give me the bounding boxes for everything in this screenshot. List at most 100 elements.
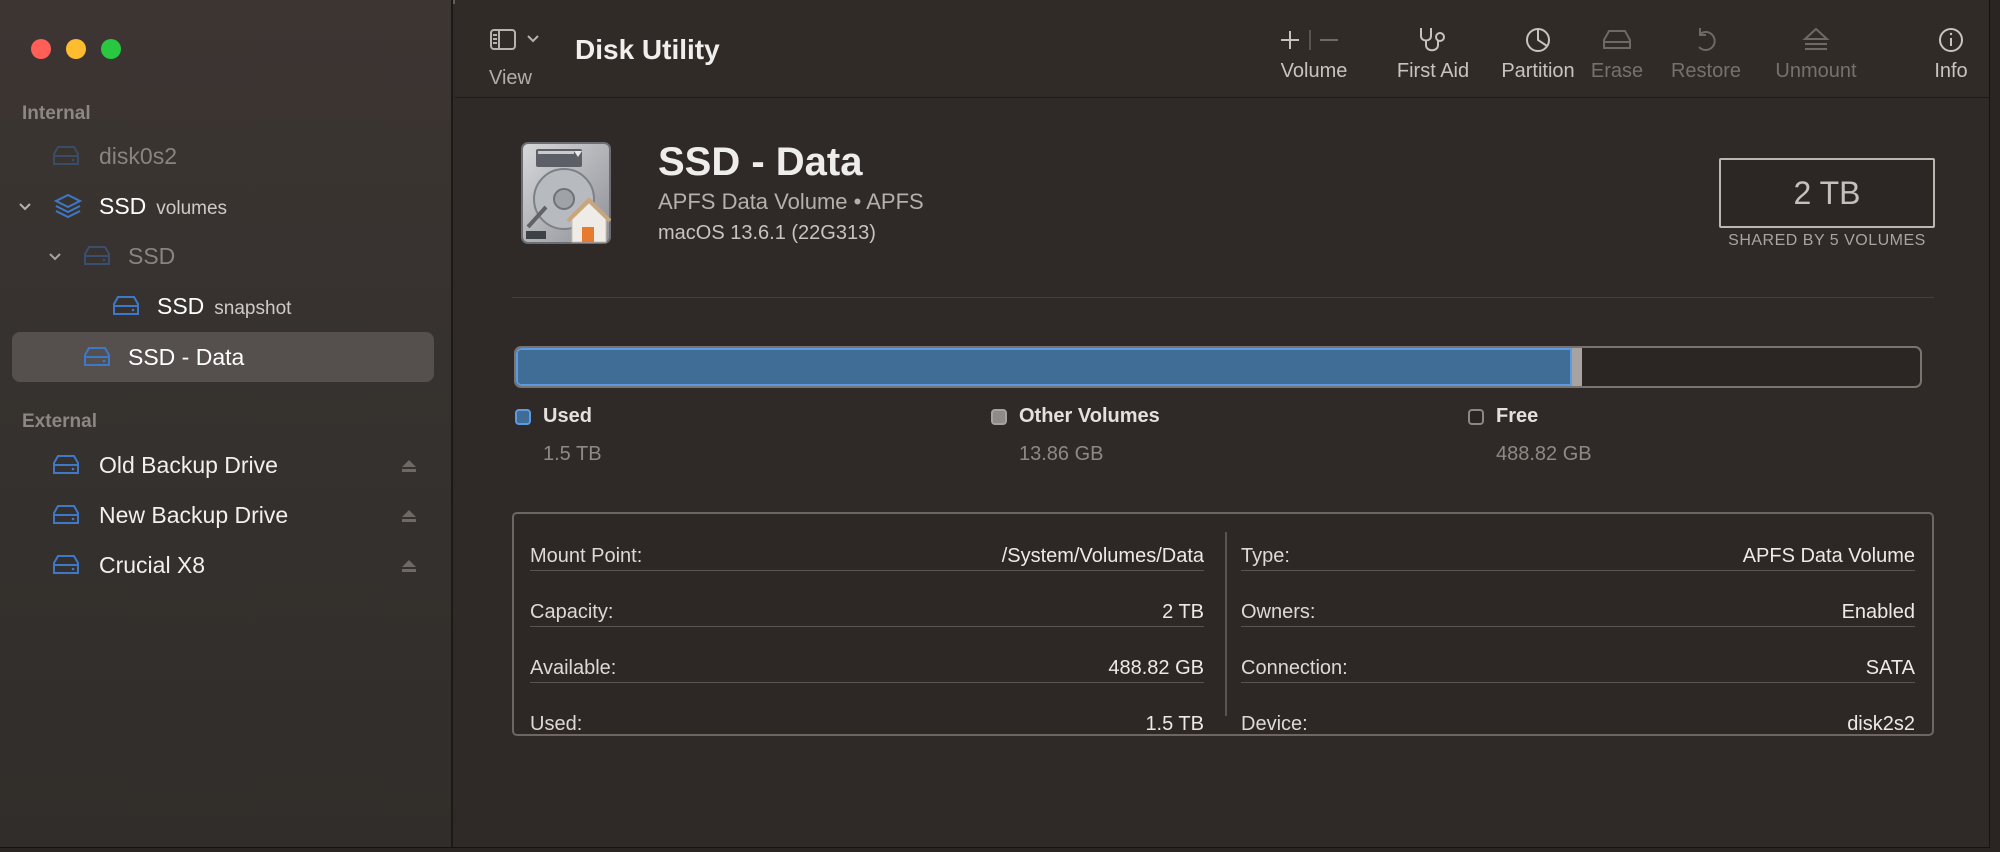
- legend-other-value: 13.86 GB: [1019, 443, 1104, 465]
- sidebar-item-crucial-x8[interactable]: Crucial X8: [0, 540, 453, 590]
- os-version: macOS 13.6.1 (22G313): [658, 222, 876, 244]
- stethoscope-icon: [1377, 20, 1489, 60]
- restore-button[interactable]: Restore: [1660, 20, 1752, 92]
- info-row-type: Type: APFS Data Volume: [1241, 528, 1915, 584]
- erase-icon: [1580, 20, 1654, 60]
- info-row-used: Used: 1.5 TB: [530, 696, 1204, 752]
- legend-free-name: Free: [1496, 405, 1539, 427]
- view-label: View: [489, 67, 532, 89]
- usage-bar: [514, 346, 1922, 388]
- pie-chart-icon: [1480, 20, 1596, 60]
- other-volumes-swatch: [991, 409, 1007, 425]
- usage-bar-other-volumes: [1572, 348, 1582, 386]
- info-row-owners: Owners: Enabled: [1241, 584, 1915, 640]
- usage-bar-used: [516, 348, 1572, 386]
- info-row-mount-point: Mount Point: /System/Volumes/Data: [530, 528, 1204, 584]
- row-divider: [1241, 626, 1915, 627]
- header-divider: [512, 297, 1934, 298]
- restore-label: Restore: [1670, 60, 1742, 82]
- info-value: Enabled: [1841, 600, 1915, 623]
- info-value: disk2s2: [1847, 712, 1915, 735]
- sidebar-item-title: SSD: [157, 292, 205, 319]
- drive-icon: [81, 345, 113, 369]
- sidebar-item-ssd-data[interactable]: SSD - Data: [0, 332, 453, 382]
- sidebar-section-internal: Internal: [22, 103, 91, 124]
- erase-button[interactable]: Erase: [1580, 20, 1654, 92]
- sidebar-item-new-backup-drive[interactable]: New Backup Drive: [0, 490, 453, 540]
- eject-icon[interactable]: [400, 558, 418, 574]
- sidebar-item-label: disk0s2: [99, 142, 177, 169]
- info-value: 2 TB: [1162, 600, 1204, 623]
- info-button[interactable]: Info: [1925, 20, 1977, 92]
- sidebar-item-disk0s2[interactable]: disk0s2: [0, 131, 453, 181]
- sidebar-item-label: SSD: [128, 242, 176, 269]
- row-divider: [1241, 570, 1915, 571]
- volume-info-table: Mount Point: /System/Volumes/Data Capaci…: [512, 512, 1934, 736]
- zoom-window-button[interactable]: [101, 39, 121, 59]
- legend-used-name: Used: [543, 405, 592, 427]
- drive-icon: [50, 503, 82, 527]
- sidebar-item-label: Crucial X8: [99, 551, 206, 578]
- volume-button[interactable]: Volume: [1275, 20, 1353, 92]
- eject-icon[interactable]: [400, 508, 418, 524]
- sidebar-item-ssd-volumes[interactable]: SSD volumes: [0, 181, 453, 231]
- chevron-down-icon[interactable]: [46, 247, 64, 265]
- sidebar-item-suffix: volumes: [156, 197, 228, 219]
- drive-icon: [81, 244, 113, 268]
- sidebar-item-title: SSD: [99, 192, 147, 219]
- row-divider: [1241, 682, 1915, 683]
- drive-icon: [110, 294, 142, 318]
- info-value: SATA: [1865, 656, 1915, 679]
- row-divider: [530, 682, 1204, 683]
- drive-icon: [50, 553, 82, 577]
- first-aid-button[interactable]: First Aid: [1377, 20, 1489, 92]
- info-key: Type:: [1241, 544, 1290, 567]
- free-swatch: [1468, 409, 1484, 425]
- chevron-down-icon[interactable]: [16, 197, 34, 215]
- info-row-capacity: Capacity: 2 TB: [530, 584, 1204, 640]
- view-button[interactable]: View: [489, 26, 559, 89]
- layers-icon: [53, 193, 85, 219]
- volume-type: APFS Data Volume • APFS: [658, 189, 924, 214]
- row-divider: [530, 570, 1204, 571]
- sidebar-item-label: Old Backup Drive: [99, 451, 278, 478]
- info-row-device: Device: disk2s2: [1241, 696, 1915, 752]
- info-key: Available:: [530, 656, 617, 679]
- sidebar-item-label: SSD snapshot: [157, 293, 291, 320]
- partition-button[interactable]: Partition: [1480, 20, 1596, 92]
- sidebar-item-old-backup-drive[interactable]: Old Backup Drive: [0, 440, 453, 490]
- info-row-available: Available: 488.82 GB: [530, 640, 1204, 696]
- info-label: Info: [1934, 60, 1968, 82]
- legend-used-value: 1.5 TB: [543, 443, 602, 465]
- info-value: /System/Volumes/Data: [1001, 544, 1204, 567]
- toolbar: View Disk Utility Volume First Aid Parti…: [455, 0, 1989, 98]
- sidebar-item-label: SSD - Data: [128, 343, 245, 370]
- sidebar-section-external: External: [22, 411, 97, 432]
- row-divider: [530, 626, 1204, 627]
- hard-drive-home-icon: [516, 137, 616, 252]
- info-value: 488.82 GB: [1108, 656, 1204, 679]
- first-aid-label: First Aid: [1396, 60, 1470, 82]
- disk-utility-window: Internal disk0s2 SSD volumes SSD SSD sna…: [0, 0, 1990, 848]
- sidebar-toggle-icon: [489, 26, 547, 54]
- info-row-connection: Connection: SATA: [1241, 640, 1915, 696]
- close-window-button[interactable]: [31, 39, 51, 59]
- sidebar-item-ssd-snapshot[interactable]: SSD snapshot: [0, 281, 453, 331]
- eject-icon[interactable]: [400, 458, 418, 474]
- main-panel: View Disk Utility Volume First Aid Parti…: [455, 0, 1989, 847]
- sidebar-item-ssd[interactable]: SSD: [0, 231, 453, 281]
- restore-icon: [1660, 20, 1752, 60]
- capacity-caption: SHARED BY 5 VOLUMES: [1728, 232, 1926, 249]
- info-icon: [1925, 20, 1977, 60]
- drive-icon: [50, 144, 82, 168]
- info-key: Mount Point:: [530, 544, 643, 567]
- used-swatch: [515, 409, 531, 425]
- minimize-window-button[interactable]: [66, 39, 86, 59]
- capacity-badge: 2 TB: [1719, 158, 1935, 228]
- unmount-label: Unmount: [1775, 60, 1857, 82]
- app-title: Disk Utility: [575, 34, 720, 65]
- info-value: 1.5 TB: [1145, 712, 1204, 735]
- partition-label: Partition: [1501, 60, 1575, 82]
- info-key: Owners:: [1241, 600, 1316, 623]
- unmount-button[interactable]: Unmount: [1760, 20, 1872, 92]
